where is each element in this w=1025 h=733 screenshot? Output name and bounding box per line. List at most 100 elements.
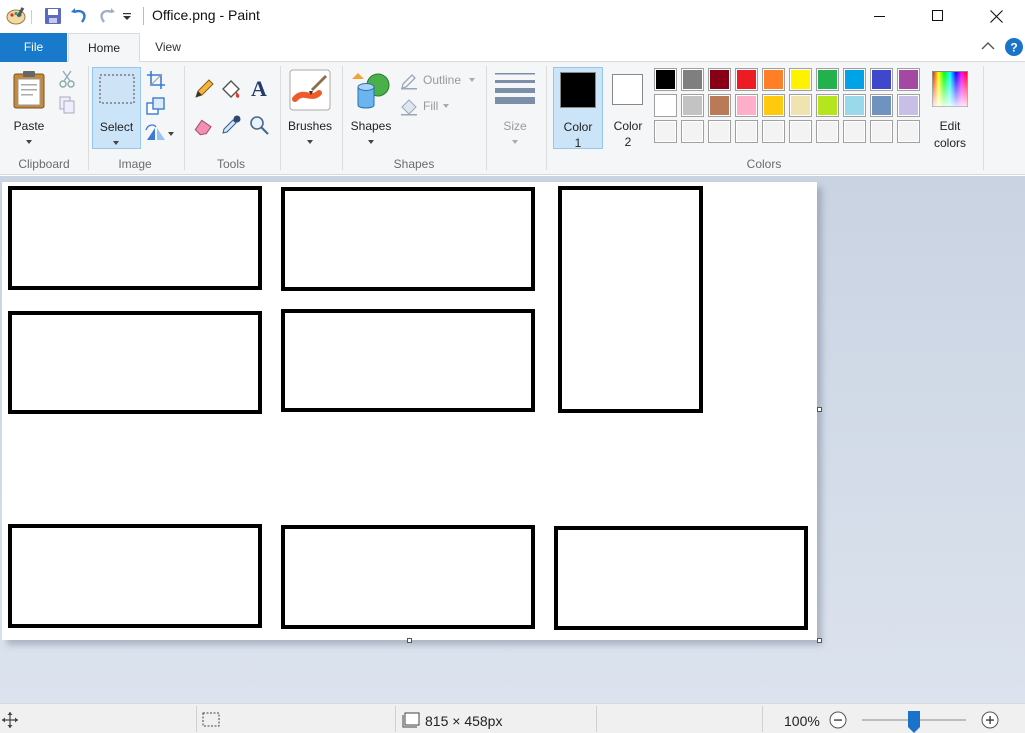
palette-swatch[interactable]: [870, 94, 893, 117]
palette-swatch[interactable]: [735, 94, 758, 117]
qa-divider: [31, 10, 32, 24]
paint-app-icon[interactable]: [5, 5, 27, 30]
palette-swatch-color: [844, 121, 865, 142]
palette-swatch-color: [736, 95, 757, 116]
resize-handle-bottom[interactable]: [407, 638, 412, 643]
tab-file[interactable]: File: [0, 33, 67, 62]
minimize-icon: [874, 16, 885, 17]
palette-swatch-color: [682, 95, 703, 116]
tab-home[interactable]: Home: [68, 33, 140, 63]
fill-icon: [400, 98, 418, 119]
copy-icon[interactable]: [58, 96, 76, 117]
palette-swatch[interactable]: [816, 94, 839, 117]
shapes-label: Shapes: [350, 119, 392, 133]
palette-swatch[interactable]: [870, 120, 893, 143]
canvas-rectangle: [558, 186, 703, 413]
palette-swatch[interactable]: [816, 68, 839, 91]
shapes-dropdown-icon: [368, 140, 374, 144]
brushes-dropdown-icon: [307, 140, 313, 144]
redo-icon[interactable]: [96, 6, 116, 29]
cut-icon[interactable]: [58, 70, 76, 91]
palette-swatch[interactable]: [762, 94, 785, 117]
palette-swatch[interactable]: [708, 94, 731, 117]
color2-number: 2: [624, 135, 632, 149]
brushes-icon: [289, 69, 331, 114]
palette-swatch[interactable]: [897, 68, 920, 91]
color1-label: Color: [563, 120, 593, 134]
palette-swatch[interactable]: [762, 68, 785, 91]
color2-button[interactable]: Color 2: [605, 67, 651, 149]
palette-swatch[interactable]: [708, 120, 731, 143]
save-icon[interactable]: [44, 7, 62, 28]
zoom-out-button[interactable]: [829, 711, 847, 732]
undo-icon[interactable]: [70, 6, 90, 29]
palette-swatch[interactable]: [708, 68, 731, 91]
palette-swatch-color: [871, 95, 892, 116]
color-picker-icon[interactable]: [220, 114, 242, 139]
rotate-icon[interactable]: [144, 122, 176, 145]
palette-swatch[interactable]: [654, 94, 677, 117]
tab-view[interactable]: View: [140, 33, 196, 62]
shapes-icon: [350, 71, 392, 114]
select-dropdown-icon: [113, 141, 119, 145]
palette-swatch[interactable]: [735, 120, 758, 143]
zoom-in-button[interactable]: [981, 711, 999, 732]
collapse-ribbon-icon[interactable]: [981, 39, 995, 56]
shapes-button[interactable]: Shapes: [346, 67, 396, 149]
palette-swatch[interactable]: [897, 94, 920, 117]
palette-swatch[interactable]: [789, 68, 812, 91]
palette-swatch[interactable]: [762, 120, 785, 143]
fill-bucket-icon[interactable]: [220, 78, 242, 103]
magnifier-icon[interactable]: [248, 114, 270, 139]
pencil-icon[interactable]: [193, 78, 215, 103]
palette-swatch-color: [736, 121, 757, 142]
palette-swatch[interactable]: [870, 68, 893, 91]
eraser-icon[interactable]: [193, 114, 215, 139]
svg-text:?: ?: [1010, 41, 1017, 55]
palette-swatch[interactable]: [897, 120, 920, 143]
zoom-slider-thumb[interactable]: [908, 711, 920, 733]
text-icon[interactable]: A: [248, 76, 270, 103]
help-icon[interactable]: ?: [1005, 38, 1023, 59]
palette-swatch[interactable]: [816, 120, 839, 143]
palette-swatch[interactable]: [843, 94, 866, 117]
group-divider: [546, 66, 547, 170]
close-button[interactable]: [967, 0, 1025, 32]
paste-button[interactable]: Paste: [6, 67, 52, 149]
maximize-icon: [932, 10, 943, 21]
canvas-rectangle: [8, 311, 262, 414]
select-button[interactable]: Select: [92, 67, 141, 149]
palette-swatch[interactable]: [681, 68, 704, 91]
outline-icon: [400, 72, 418, 93]
status-divider: [196, 706, 197, 732]
palette-swatch[interactable]: [789, 94, 812, 117]
resize-handle-corner[interactable]: [817, 638, 822, 643]
palette-swatch[interactable]: [681, 94, 704, 117]
outline-button[interactable]: Outline: [400, 72, 480, 90]
customize-toolbar-icon[interactable]: [122, 11, 132, 25]
drawing-canvas[interactable]: [2, 182, 817, 640]
palette-swatch-color: [898, 95, 919, 116]
minus-icon: [829, 711, 847, 729]
maximize-button[interactable]: [909, 0, 967, 32]
palette-swatch[interactable]: [681, 120, 704, 143]
size-button[interactable]: Size: [492, 67, 538, 149]
brushes-button[interactable]: Brushes: [284, 67, 336, 149]
palette-swatch-color: [736, 69, 757, 90]
palette-swatch[interactable]: [735, 68, 758, 91]
paste-icon: [12, 69, 46, 112]
palette-swatch[interactable]: [843, 68, 866, 91]
palette-swatch[interactable]: [843, 120, 866, 143]
group-divider: [280, 66, 281, 170]
color1-number: 1: [574, 136, 582, 150]
resize-handle-right[interactable]: [817, 407, 822, 412]
color1-button[interactable]: Color 1: [553, 67, 603, 150]
palette-swatch[interactable]: [654, 120, 677, 143]
edit-colors-button[interactable]: Edit colors: [928, 67, 972, 150]
crop-icon[interactable]: [146, 70, 166, 93]
fill-button[interactable]: Fill: [400, 98, 460, 116]
palette-swatch[interactable]: [789, 120, 812, 143]
palette-swatch[interactable]: [654, 68, 677, 91]
minimize-button[interactable]: [851, 0, 909, 32]
resize-icon[interactable]: [146, 96, 166, 119]
